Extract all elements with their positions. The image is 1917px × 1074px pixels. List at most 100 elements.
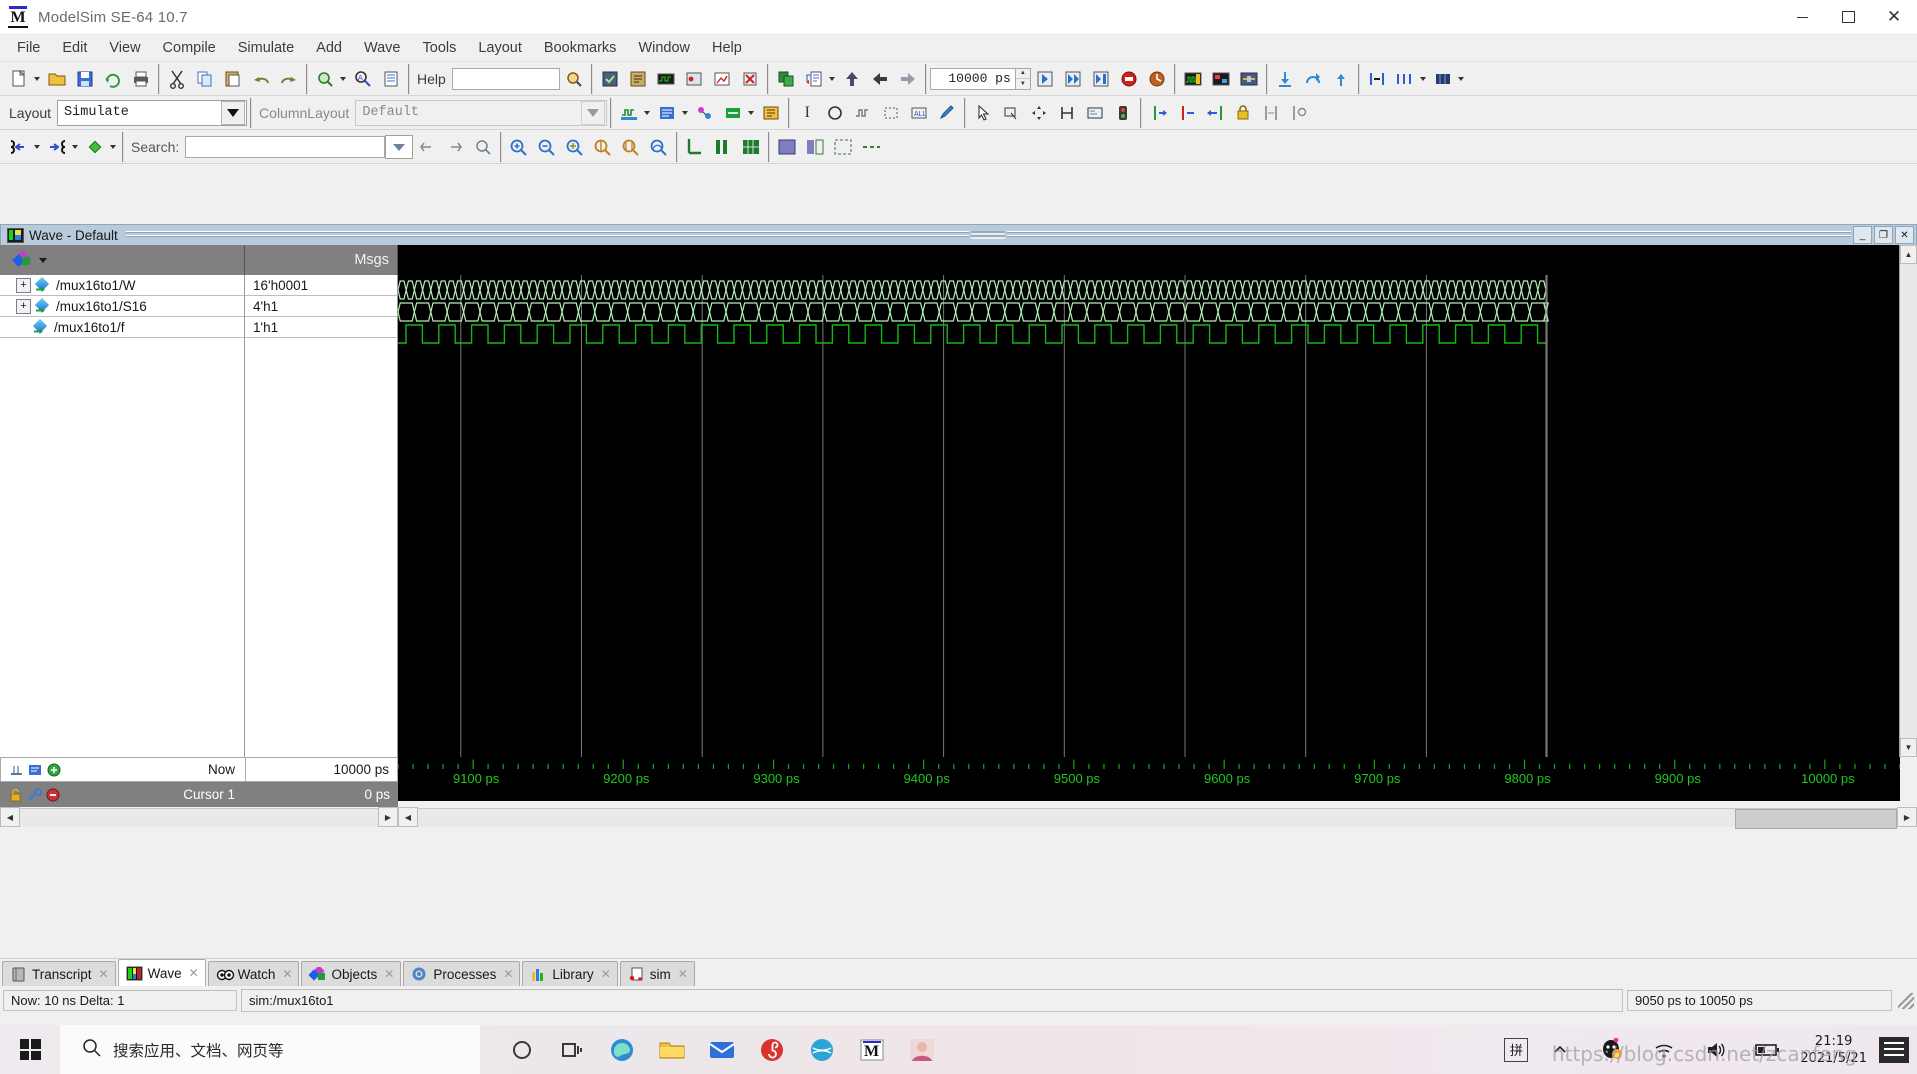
signal-row[interactable]: + /mux16to1/W: [0, 275, 245, 296]
delete-icon[interactable]: [737, 66, 763, 92]
tab-objects-close-icon[interactable]: ✕: [384, 967, 394, 981]
list-icon[interactable]: [378, 66, 404, 92]
signal-row[interactable]: /mux16to1/f: [0, 317, 245, 338]
expand-left-dropdown-icon[interactable]: [34, 144, 40, 149]
print-icon[interactable]: [128, 66, 154, 92]
names-hscroll-track[interactable]: [20, 807, 378, 827]
zoom-range-icon[interactable]: [618, 134, 644, 160]
add-watch-icon[interactable]: [720, 100, 746, 126]
add-dataflow-icon[interactable]: [692, 100, 718, 126]
menu-compile[interactable]: Compile: [152, 38, 227, 58]
start-button[interactable]: [0, 1025, 60, 1074]
search-input[interactable]: [185, 135, 386, 158]
run-all-icon[interactable]: [1088, 66, 1114, 92]
wave-half-icon[interactable]: [802, 134, 828, 160]
tab-transcript[interactable]: Transcript ✕: [2, 961, 116, 986]
window-resize-grip[interactable]: [1898, 992, 1914, 1009]
continue-run-icon[interactable]: [1060, 66, 1086, 92]
cursor-ruler-icon[interactable]: [9, 763, 24, 777]
qq-icon[interactable]: [1592, 1030, 1632, 1070]
menu-window[interactable]: Window: [627, 38, 701, 58]
ime-indicator[interactable]: 拼: [1504, 1037, 1529, 1062]
menu-view[interactable]: View: [98, 38, 151, 58]
tab-library-close-icon[interactable]: ✕: [601, 967, 611, 981]
undo-icon[interactable]: [248, 66, 274, 92]
schematic-icon[interactable]: [1236, 66, 1262, 92]
expand-plus-icon[interactable]: +: [16, 277, 31, 293]
file-explorer-icon[interactable]: [652, 1030, 692, 1070]
wave-compare-dropdown-icon[interactable]: [1419, 76, 1426, 81]
redo-icon[interactable]: [276, 66, 302, 92]
back-arrow-icon[interactable]: [867, 66, 893, 92]
run-length-stepper[interactable]: ▲ ▼: [1015, 67, 1031, 90]
modelsim-taskbar-icon[interactable]: M: [852, 1030, 892, 1070]
netease-music-icon[interactable]: [752, 1030, 792, 1070]
restart-icon[interactable]: [1144, 66, 1170, 92]
cursor-find-icon[interactable]: [1286, 100, 1312, 126]
wave-minimize-button[interactable]: _: [1853, 226, 1872, 244]
save-icon[interactable]: [72, 66, 98, 92]
battery-icon[interactable]: [1748, 1030, 1788, 1070]
wave-scroll-right-icon[interactable]: ▶: [1897, 807, 1917, 827]
format-grid-icon[interactable]: [738, 134, 764, 160]
tab-processes[interactable]: Processes ✕: [403, 961, 521, 986]
expand-right-dropdown-icon[interactable]: [72, 144, 78, 149]
show-hidden-icons-icon[interactable]: [1540, 1030, 1580, 1070]
columnlayout-combo[interactable]: Default: [355, 99, 608, 126]
circle-icon[interactable]: [822, 100, 848, 126]
format-bottom-icon[interactable]: [682, 134, 708, 160]
compile-icon[interactable]: [597, 66, 623, 92]
add-memory-icon[interactable]: [758, 100, 784, 126]
zoom-out-icon[interactable]: [534, 134, 560, 160]
expand-right-icon[interactable]: [44, 134, 70, 160]
help-input[interactable]: [451, 67, 560, 90]
scroll-down-arrow-icon[interactable]: ▼: [1900, 738, 1917, 757]
paste-icon[interactable]: [220, 66, 246, 92]
insert-cursor-icon[interactable]: [1146, 100, 1172, 126]
pan-icon[interactable]: [1026, 100, 1052, 126]
cursor-i-icon[interactable]: I: [794, 100, 820, 126]
browser-icon[interactable]: [802, 1030, 842, 1070]
find-icon[interactable]: [312, 66, 338, 92]
tab-watch-close-icon[interactable]: ✕: [282, 967, 292, 981]
wave-vertical-scrollbar[interactable]: ▲ ▼: [1899, 245, 1917, 757]
traffic-light-icon[interactable]: [1110, 100, 1136, 126]
step-into-icon[interactable]: [1272, 66, 1298, 92]
wave-dashed-icon[interactable]: [858, 134, 884, 160]
tab-wave-close-icon[interactable]: ✕: [189, 966, 199, 980]
step-out-icon[interactable]: [1328, 66, 1354, 92]
search-options2-icon[interactable]: [470, 134, 496, 160]
mail-icon[interactable]: [702, 1030, 742, 1070]
coverage-icon[interactable]: [709, 66, 735, 92]
task-view-icon[interactable]: [552, 1030, 592, 1070]
tab-sim-close-icon[interactable]: ✕: [678, 967, 688, 981]
tab-sim[interactable]: sim ✕: [619, 961, 695, 986]
objects-dropdown-icon[interactable]: [12, 250, 32, 268]
add-cursor-green-icon[interactable]: [47, 763, 62, 777]
photo-app-icon[interactable]: [902, 1030, 942, 1070]
add-cursor-icon[interactable]: [28, 763, 43, 777]
run-icon[interactable]: [1032, 66, 1058, 92]
menu-add[interactable]: Add: [305, 38, 353, 58]
refresh-icon[interactable]: [100, 66, 126, 92]
columnlayout-combo-arrow-icon[interactable]: [581, 100, 606, 125]
compile-all-icon[interactable]: [625, 66, 651, 92]
wave-compare-icon[interactable]: [1392, 66, 1418, 92]
taskbar-search-box[interactable]: 搜索应用、文档、网页等: [60, 1025, 480, 1074]
layout-combo-arrow-icon[interactable]: [221, 100, 246, 125]
menu-wave[interactable]: Wave: [353, 38, 412, 58]
names-hscroll[interactable]: ◀ ▶: [0, 807, 398, 827]
waveform-canvas-area[interactable]: [398, 245, 1899, 757]
scroll-up-arrow-icon[interactable]: ▲: [1900, 245, 1917, 264]
maximize-button[interactable]: [1825, 0, 1871, 34]
wave-window-icon[interactable]: [1180, 66, 1206, 92]
close-button[interactable]: ✕: [1871, 0, 1917, 34]
signal-row[interactable]: + /mux16to1/S16: [0, 296, 245, 317]
wave-outline-icon[interactable]: [830, 134, 856, 160]
wave-scroll-left-icon[interactable]: ◀: [398, 807, 418, 827]
menu-edit[interactable]: Edit: [51, 38, 98, 58]
measure-icon[interactable]: [1054, 100, 1080, 126]
menu-tools[interactable]: Tools: [412, 38, 468, 58]
add-watch-dropdown-icon[interactable]: [748, 110, 755, 115]
search-options-button[interactable]: [385, 134, 414, 159]
